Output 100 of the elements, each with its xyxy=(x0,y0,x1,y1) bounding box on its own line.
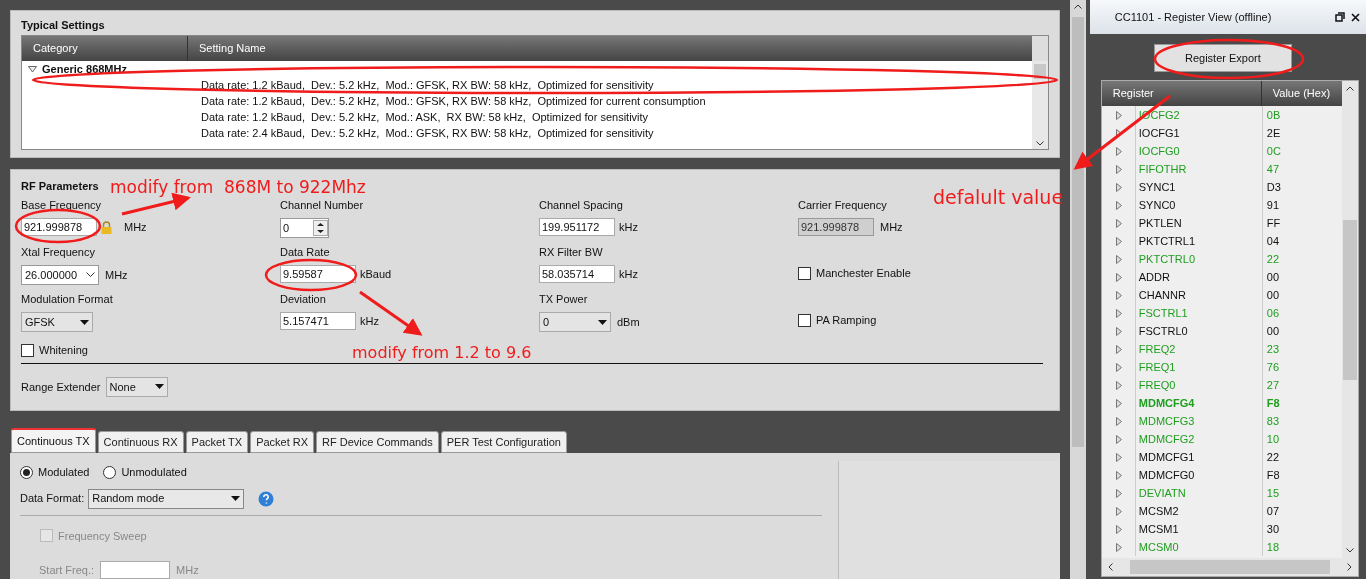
chevron-down-icon xyxy=(86,272,95,279)
setting-row[interactable]: Data rate: 1.2 kBaud, Dev.: 5.2 kHz, Mod.: GFSK, RX BW: 58 kHz, Optimized for current consumption xyxy=(22,93,1032,109)
input-field[interactable]: 921.999878 xyxy=(21,218,97,237)
register-name[interactable]: SYNC1 xyxy=(1135,178,1262,196)
help-icon[interactable] xyxy=(258,490,275,507)
vertical-scrollbar[interactable] xyxy=(1070,0,1086,579)
register-name[interactable]: SYNC0 xyxy=(1135,196,1262,214)
register-name[interactable]: MCSM1 xyxy=(1135,520,1262,538)
column-header[interactable]: Setting Name xyxy=(188,36,1032,61)
tab[interactable]: RF Device Commands xyxy=(316,431,439,453)
chevron-up-icon[interactable] xyxy=(1073,4,1082,9)
checkbox-label: PA Ramping xyxy=(816,312,877,328)
register-name[interactable]: ADDR xyxy=(1135,268,1262,286)
radio-button[interactable] xyxy=(103,465,117,479)
vertical-scrollbar[interactable] xyxy=(1032,61,1048,150)
checkbox[interactable] xyxy=(21,344,34,357)
dropdown[interactable]: 0 xyxy=(539,312,611,333)
setting-row[interactable]: Data rate: 2.4 kBaud, Dev.: 5.2 kHz, Mod.: GFSK, RX BW: 58 kHz, Optimized for sensitivity xyxy=(22,125,1032,141)
register-name[interactable]: PKTLEN xyxy=(1135,214,1262,232)
tab[interactable]: Continuous RX xyxy=(97,431,184,453)
field-label: Start Freq.: xyxy=(39,562,95,578)
checkbox[interactable] xyxy=(798,266,811,280)
close-icon[interactable] xyxy=(1351,12,1360,22)
register-value[interactable]: FF xyxy=(1262,214,1342,232)
register-value[interactable]: 00 xyxy=(1262,322,1342,340)
annotation-arrow xyxy=(359,290,423,336)
register-value[interactable]: 30 xyxy=(1262,520,1342,538)
checkbox[interactable] xyxy=(798,313,811,327)
restore-icon[interactable] xyxy=(1335,12,1345,22)
dropdown[interactable]: Random mode xyxy=(88,488,245,509)
scrollbar-thumb[interactable] xyxy=(1071,17,1084,447)
register-name[interactable]: MDMCFG0 xyxy=(1135,466,1262,484)
dropdown[interactable]: None xyxy=(105,376,168,397)
dropdown-caret-icon xyxy=(598,319,607,325)
readonly-field[interactable]: 921.999878 xyxy=(798,218,874,237)
register-name[interactable]: MCSM2 xyxy=(1135,502,1262,520)
unit-label: kHz xyxy=(619,267,638,282)
field-label: Channel Spacing xyxy=(539,199,623,213)
register-name[interactable]: FSCTRL0 xyxy=(1135,322,1262,340)
tab[interactable]: PER Test Configuration xyxy=(440,431,567,453)
chevron-up-icon[interactable] xyxy=(1345,86,1354,91)
register-export-button[interactable]: Register Export xyxy=(1153,44,1292,72)
setting-row[interactable]: Data rate: 1.2 kBaud, Dev.: 5.2 kHz, Mod.: GFSK, RX BW: 58 kHz, Optimized for sensitivity xyxy=(22,77,1032,93)
unit-label: dBm xyxy=(617,315,640,330)
chevron-left-icon[interactable] xyxy=(1107,563,1113,571)
register-value[interactable]: 00 xyxy=(1262,286,1342,304)
register-value[interactable]: 04 xyxy=(1262,232,1342,250)
tab[interactable]: Continuous TX xyxy=(11,428,96,453)
spinner-field[interactable]: 0 xyxy=(280,218,329,239)
chevron-down-icon[interactable] xyxy=(1036,141,1044,147)
register-value[interactable]: 00 xyxy=(1262,268,1342,286)
chevron-down-icon[interactable] xyxy=(1345,548,1354,553)
column-header[interactable]: Category xyxy=(22,36,188,61)
register-name[interactable]: CHANNR xyxy=(1135,286,1262,304)
radio-label: Modulated xyxy=(38,465,90,480)
field-label: Channel Number xyxy=(280,199,364,213)
register-name[interactable]: MDMCFG1 xyxy=(1135,448,1262,466)
column-header[interactable]: Value (Hex) xyxy=(1261,81,1342,106)
spinner-arrows-icon[interactable] xyxy=(313,220,328,237)
register-name[interactable]: PKTCTRL1 xyxy=(1135,232,1262,250)
register-value[interactable]: F8 xyxy=(1262,466,1342,484)
checkbox-label: Whitening xyxy=(39,343,88,359)
expand-triangle-icon[interactable] xyxy=(28,65,37,73)
column-header[interactable]: Register xyxy=(1101,81,1262,106)
register-value[interactable]: 91 xyxy=(1262,196,1342,214)
input-field[interactable]: 9.59587 xyxy=(280,265,356,284)
panel-title: RF Parameters xyxy=(21,179,99,194)
horizontal-scrollbar[interactable] xyxy=(1101,558,1358,576)
tab[interactable]: Packet RX xyxy=(250,431,315,453)
input-field[interactable]: 58.035714 xyxy=(539,265,615,284)
radio-button[interactable] xyxy=(20,465,33,479)
checkbox-label: Frequency Sweep xyxy=(58,528,147,544)
vertical-scrollbar[interactable] xyxy=(1341,81,1358,558)
dropdown[interactable]: 26.000000 xyxy=(21,265,99,286)
input-field[interactable]: 199.951172 xyxy=(539,218,615,237)
scrollbar-thumb[interactable] xyxy=(1129,560,1330,574)
unit-label: MHz xyxy=(105,268,128,283)
register-value[interactable]: 2E xyxy=(1262,124,1342,142)
tab[interactable]: Packet TX xyxy=(185,431,249,453)
setting-row[interactable]: Data rate: 1.2 kBaud, Dev.: 5.2 kHz, Mod.: ASK, RX BW: 58 kHz, Optimized for sensitivity xyxy=(22,109,1032,125)
input-field[interactable]: 5.157471 xyxy=(280,312,356,331)
annotation-text: modify from 1.2 to 9.6 xyxy=(352,342,532,364)
unit-label: MHz xyxy=(124,220,147,235)
dropdown-caret-icon xyxy=(80,319,89,325)
dropdown[interactable]: GFSK xyxy=(21,312,93,333)
dropdown-caret-icon xyxy=(154,384,164,390)
chevron-right-icon[interactable] xyxy=(1346,563,1352,571)
unit-label: kHz xyxy=(619,220,638,235)
scrollbar-header-corner xyxy=(1032,36,1048,61)
checkbox-label: Manchester Enable xyxy=(816,265,911,281)
scrollbar-thumb[interactable] xyxy=(1342,219,1357,380)
field-label: RX Filter BW xyxy=(539,246,603,260)
register-value[interactable]: D3 xyxy=(1262,178,1342,196)
unit-label: MHz xyxy=(176,562,199,578)
register-name[interactable]: IOCFG1 xyxy=(1135,124,1262,142)
padlock-icon[interactable] xyxy=(101,220,112,234)
register-value[interactable]: 22 xyxy=(1262,448,1342,466)
register-value[interactable]: 07 xyxy=(1262,502,1342,520)
window-title: CC1101 - Register View (offline) xyxy=(1114,9,1272,25)
field-label: Base Frequency xyxy=(21,199,102,213)
